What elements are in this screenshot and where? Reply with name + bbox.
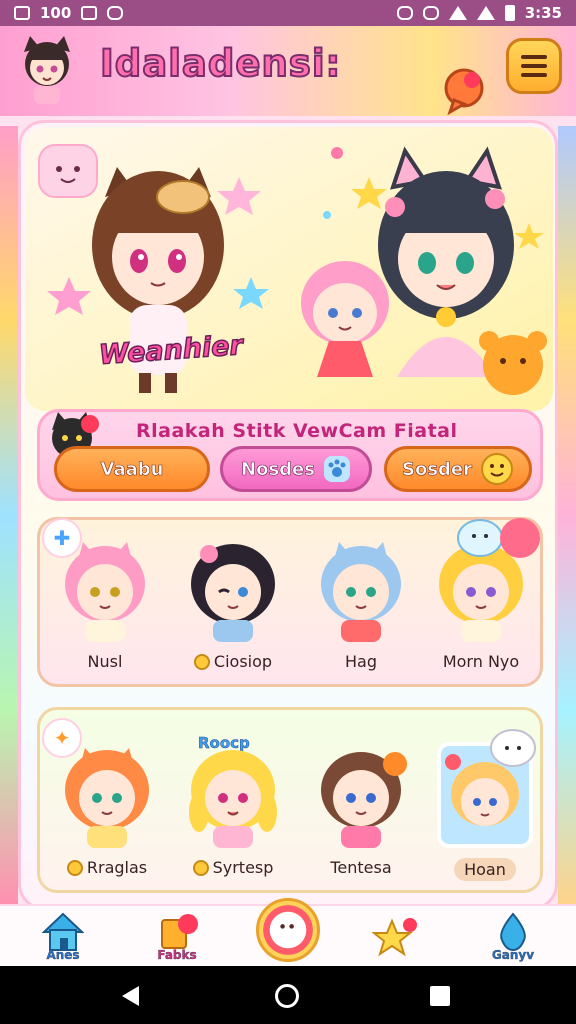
home-icon <box>41 912 85 951</box>
main-panel: Weanhier Rlaakah Stitk VewCam Fiatal Vaa… <box>18 120 558 904</box>
nav-drop[interactable]: Ganyv <box>478 906 548 968</box>
bottom-nav: Anes Fabks Ganyv <box>0 898 576 968</box>
drop-icon <box>500 912 526 952</box>
character-name: Nusl <box>87 652 123 671</box>
character-card[interactable]: Syrtesp <box>178 740 288 877</box>
status-left-text: 100 <box>40 4 72 22</box>
recents-icon[interactable] <box>430 986 450 1006</box>
chat-bubble-icon <box>444 68 484 116</box>
sosder-label: Sosder <box>401 458 473 480</box>
character-row-1: ✚ Nusl Ciosiop Hag Morn Nyo <box>37 517 543 687</box>
sim-icon <box>14 6 30 20</box>
character-name: Hoan <box>430 858 540 881</box>
battery-icon <box>504 5 515 21</box>
character-name: Hag <box>345 652 377 671</box>
sosder-button[interactable]: Sosder <box>384 446 532 492</box>
book-icon <box>161 914 198 949</box>
app-header: Idaladensi: <box>0 26 576 116</box>
app-title: Idaladensi: <box>99 41 342 86</box>
nav-books[interactable]: Fabks <box>142 906 212 968</box>
character-card[interactable]: Tentesa <box>306 740 416 877</box>
character-name: Tentesa <box>330 858 392 877</box>
character-name: Morn Nyo <box>442 652 520 671</box>
character-card[interactable]: Nusl <box>50 534 160 671</box>
character-portrait <box>191 544 275 642</box>
center-face-icon <box>280 924 294 929</box>
speech-bubble-icon <box>490 729 536 767</box>
coin-icon <box>192 859 209 876</box>
status-right: 3:35 <box>396 4 562 22</box>
action-caption: Rlaakah Stitk VewCam Fiatal <box>136 420 458 442</box>
hero-banner: Weanhier <box>25 127 553 411</box>
character-card[interactable]: Ciosiop <box>178 534 288 671</box>
wifi-icon <box>448 6 467 20</box>
character-portrait <box>189 750 277 848</box>
menu-button[interactable] <box>506 38 562 94</box>
signal-icon <box>476 6 495 20</box>
smiley-icon <box>481 453 513 485</box>
status-time: 3:35 <box>524 4 562 22</box>
character-row-2: ✦ Roocp Rraglas Syrtesp Tentesa Hoan <box>37 707 543 893</box>
screenshot-icon <box>81 6 98 20</box>
menu-bar-icon <box>521 73 547 77</box>
home-circle-icon[interactable] <box>275 984 299 1008</box>
character-name: Ciosiop <box>178 652 288 671</box>
nosdes-label: Nosdes <box>241 458 316 480</box>
status-left: 100 <box>14 4 124 22</box>
alarm-icon <box>396 6 413 20</box>
nav-drop-label: Ganyv <box>491 948 535 962</box>
nav-books-label: Fabks <box>157 948 197 962</box>
chat-button[interactable] <box>440 66 490 116</box>
character-portrait <box>321 542 401 642</box>
left-decor-stripe <box>0 126 18 904</box>
character-card[interactable]: Rraglas <box>52 740 162 877</box>
vaabu-label: Vaabu <box>100 458 164 480</box>
nav-favorites[interactable] <box>360 906 430 968</box>
star-icon <box>372 918 417 957</box>
nav-center-button[interactable] <box>256 898 320 962</box>
character-name: Rraglas <box>52 858 162 877</box>
profile-avatar[interactable] <box>16 34 78 106</box>
notification-icon <box>107 6 124 20</box>
cat-girl-avatar-icon <box>24 36 70 104</box>
menu-bar-icon <box>521 55 547 59</box>
ghost-balloon-icon <box>457 518 540 558</box>
nav-home[interactable]: Anes <box>28 906 98 968</box>
nav-home-label: Anes <box>46 948 80 962</box>
system-nav-bar <box>0 966 576 1024</box>
paw-icon <box>323 456 350 482</box>
nosdes-button[interactable]: Nosdes <box>220 446 372 492</box>
right-decor-stripe <box>558 126 576 904</box>
coin-icon <box>193 653 210 670</box>
menu-bar-icon <box>521 64 547 68</box>
character-card[interactable]: Hag <box>306 534 416 671</box>
character-portrait <box>321 752 407 848</box>
character-portrait <box>65 748 149 848</box>
coin-icon <box>66 859 83 876</box>
character-name: Syrtesp <box>178 858 288 877</box>
back-icon[interactable] <box>122 986 139 1006</box>
action-bar: Rlaakah Stitk VewCam Fiatal Vaabu Nosdes… <box>37 409 543 501</box>
vaabu-button[interactable]: Vaabu <box>54 446 210 492</box>
app-screen: Idaladensi: Weanhier Rlaakah Stitk VewCa… <box>0 26 576 904</box>
sync-icon <box>422 6 439 20</box>
status-bar: 100 3:35 <box>0 0 576 26</box>
character-portrait <box>65 542 145 642</box>
